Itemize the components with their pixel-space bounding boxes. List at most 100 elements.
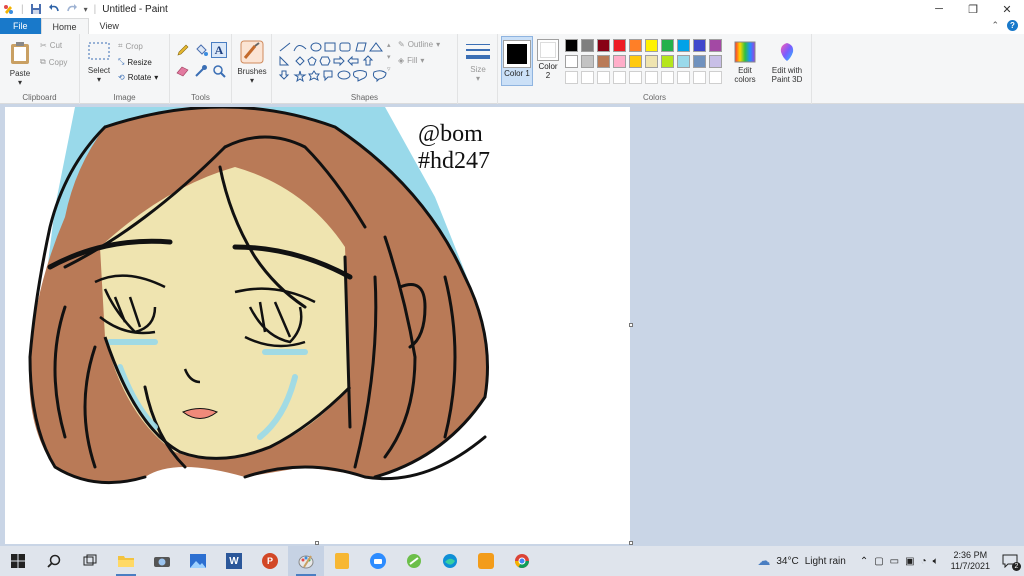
palette-swatch[interactable] (597, 55, 610, 68)
resize-button[interactable]: ⤡ Resize (118, 57, 152, 67)
battery-icon[interactable]: ▭ (890, 556, 899, 567)
fill-bucket-icon[interactable] (194, 43, 208, 57)
custom-color-slot[interactable] (597, 71, 610, 84)
palette-swatch[interactable] (629, 39, 642, 52)
palette-swatch[interactable] (645, 55, 658, 68)
rotate-button[interactable]: ⟲ Rotate ▾ (118, 73, 158, 82)
taskbar-edge[interactable] (432, 546, 468, 576)
color1-button[interactable]: Color 1 (501, 36, 533, 86)
palette-swatch[interactable] (629, 55, 642, 68)
redo-icon[interactable] (66, 3, 78, 15)
task-view-button[interactable] (72, 546, 108, 576)
tab-home[interactable]: Home (40, 18, 89, 34)
color-picker-icon[interactable] (194, 64, 208, 78)
crop-button[interactable]: ⌗ Crop (118, 41, 143, 51)
palette-swatch[interactable] (677, 39, 690, 52)
minimize-button[interactable]: ─ (922, 0, 956, 18)
palette-swatch[interactable] (661, 39, 674, 52)
tab-file[interactable]: File (0, 18, 41, 34)
brushes-button[interactable]: Brushes ▾ (236, 40, 268, 85)
display-icon[interactable]: ▣ (905, 556, 914, 567)
taskbar-word[interactable]: W (216, 546, 252, 576)
undo-icon[interactable] (48, 3, 60, 15)
custom-color-slot[interactable] (709, 71, 722, 84)
palette-swatch[interactable] (565, 39, 578, 52)
palette-swatch[interactable] (597, 39, 610, 52)
taskbar-photos[interactable] (180, 546, 216, 576)
taskbar-snipping[interactable] (396, 546, 432, 576)
paint3d-label-2: Paint 3D (771, 75, 803, 84)
paste-button[interactable]: Paste ▾ (6, 40, 34, 87)
volume-icon[interactable]: 🔈︎ (933, 556, 939, 567)
canvas-resize-handle-right[interactable] (629, 323, 633, 327)
taskbar-powerpoint[interactable]: P (252, 546, 288, 576)
canvas-resize-handle-corner[interactable] (629, 541, 633, 545)
palette-swatch[interactable] (693, 55, 706, 68)
palette-swatch[interactable] (709, 55, 722, 68)
custom-color-slot[interactable] (565, 71, 578, 84)
start-button[interactable] (0, 546, 36, 576)
brushes-label: Brushes (237, 67, 267, 76)
shapes-scroll[interactable]: ▴ ▾ ▿ (387, 40, 391, 76)
canvas-resize-handle-bottom[interactable] (315, 541, 319, 545)
weather-description[interactable]: Light rain (805, 556, 846, 567)
custom-color-slot[interactable] (613, 71, 626, 84)
palette-swatch[interactable] (565, 55, 578, 68)
taskbar-paint[interactable] (288, 546, 324, 576)
eraser-icon[interactable] (176, 65, 190, 77)
shapes-gallery[interactable] (278, 41, 390, 83)
taskbar-orange-app[interactable] (468, 546, 504, 576)
palette-swatch[interactable] (709, 39, 722, 52)
edit-colors-button[interactable]: Edit colors (730, 41, 760, 84)
line-size-icon (466, 44, 490, 59)
fill-button[interactable]: ◈ Fill ▾ (398, 56, 424, 65)
tab-view[interactable]: View (89, 18, 130, 34)
search-button[interactable] (36, 546, 72, 576)
palette-swatch[interactable] (581, 55, 594, 68)
copy-icon: ⧉ (40, 57, 46, 66)
custom-color-slot[interactable] (629, 71, 642, 84)
palette-swatch[interactable] (613, 55, 626, 68)
size-button[interactable]: Size ▾ (464, 42, 492, 83)
taskbar-zoom[interactable] (360, 546, 396, 576)
palette-swatch[interactable] (677, 55, 690, 68)
collapse-ribbon-icon[interactable]: ⌃ (991, 20, 999, 31)
custom-color-slot[interactable] (693, 71, 706, 84)
close-button[interactable]: ✕ (990, 0, 1024, 18)
custom-color-slot[interactable] (677, 71, 690, 84)
customize-quick-access-icon[interactable]: ▾ (84, 5, 88, 14)
color2-button[interactable]: Color 2 (534, 39, 562, 80)
taskbar-file-explorer[interactable] (108, 546, 144, 576)
select-button[interactable]: Select ▾ (86, 41, 112, 84)
magnifier-icon[interactable] (212, 64, 226, 78)
copy-button[interactable]: ⧉ Copy (40, 57, 67, 67)
cut-button[interactable]: ✂ Cut (40, 41, 62, 50)
wifi-icon[interactable]: ◔ (921, 556, 927, 567)
drawing-canvas[interactable]: @bom #hd247 (5, 107, 630, 544)
weather-cloud-icon[interactable]: ☁ (757, 553, 770, 569)
palette-swatch[interactable] (693, 39, 706, 52)
meet-now-icon[interactable]: ▢ (874, 556, 883, 567)
pencil-icon[interactable] (176, 43, 190, 57)
outline-button[interactable]: ✎ Outline ▾ (398, 40, 440, 49)
palette-swatch[interactable] (581, 39, 594, 52)
notifications-button[interactable]: 2 (1002, 554, 1021, 571)
palette-swatch[interactable] (613, 39, 626, 52)
clock[interactable]: 2:36 PM 11/7/2021 (951, 550, 990, 572)
taskbar-camera[interactable] (144, 546, 180, 576)
taskbar-chrome[interactable] (504, 546, 540, 576)
text-tool-icon[interactable]: A (211, 42, 227, 58)
restore-button[interactable]: ❐ (956, 0, 990, 18)
palette-swatch[interactable] (661, 55, 674, 68)
custom-color-slot[interactable] (661, 71, 674, 84)
custom-color-slot[interactable] (581, 71, 594, 84)
taskbar-notes[interactable] (324, 546, 360, 576)
edit-with-paint3d-button[interactable]: Edit with Paint 3D (766, 41, 808, 84)
save-icon[interactable] (30, 3, 42, 15)
custom-color-slot[interactable] (645, 71, 658, 84)
palette-swatch[interactable] (645, 39, 658, 52)
weather-temperature[interactable]: 34°C (776, 556, 798, 567)
show-hidden-icons-chevron-icon[interactable]: ⌃ (860, 556, 868, 567)
help-icon[interactable]: ? (1007, 20, 1018, 31)
camera-icon (154, 557, 170, 567)
